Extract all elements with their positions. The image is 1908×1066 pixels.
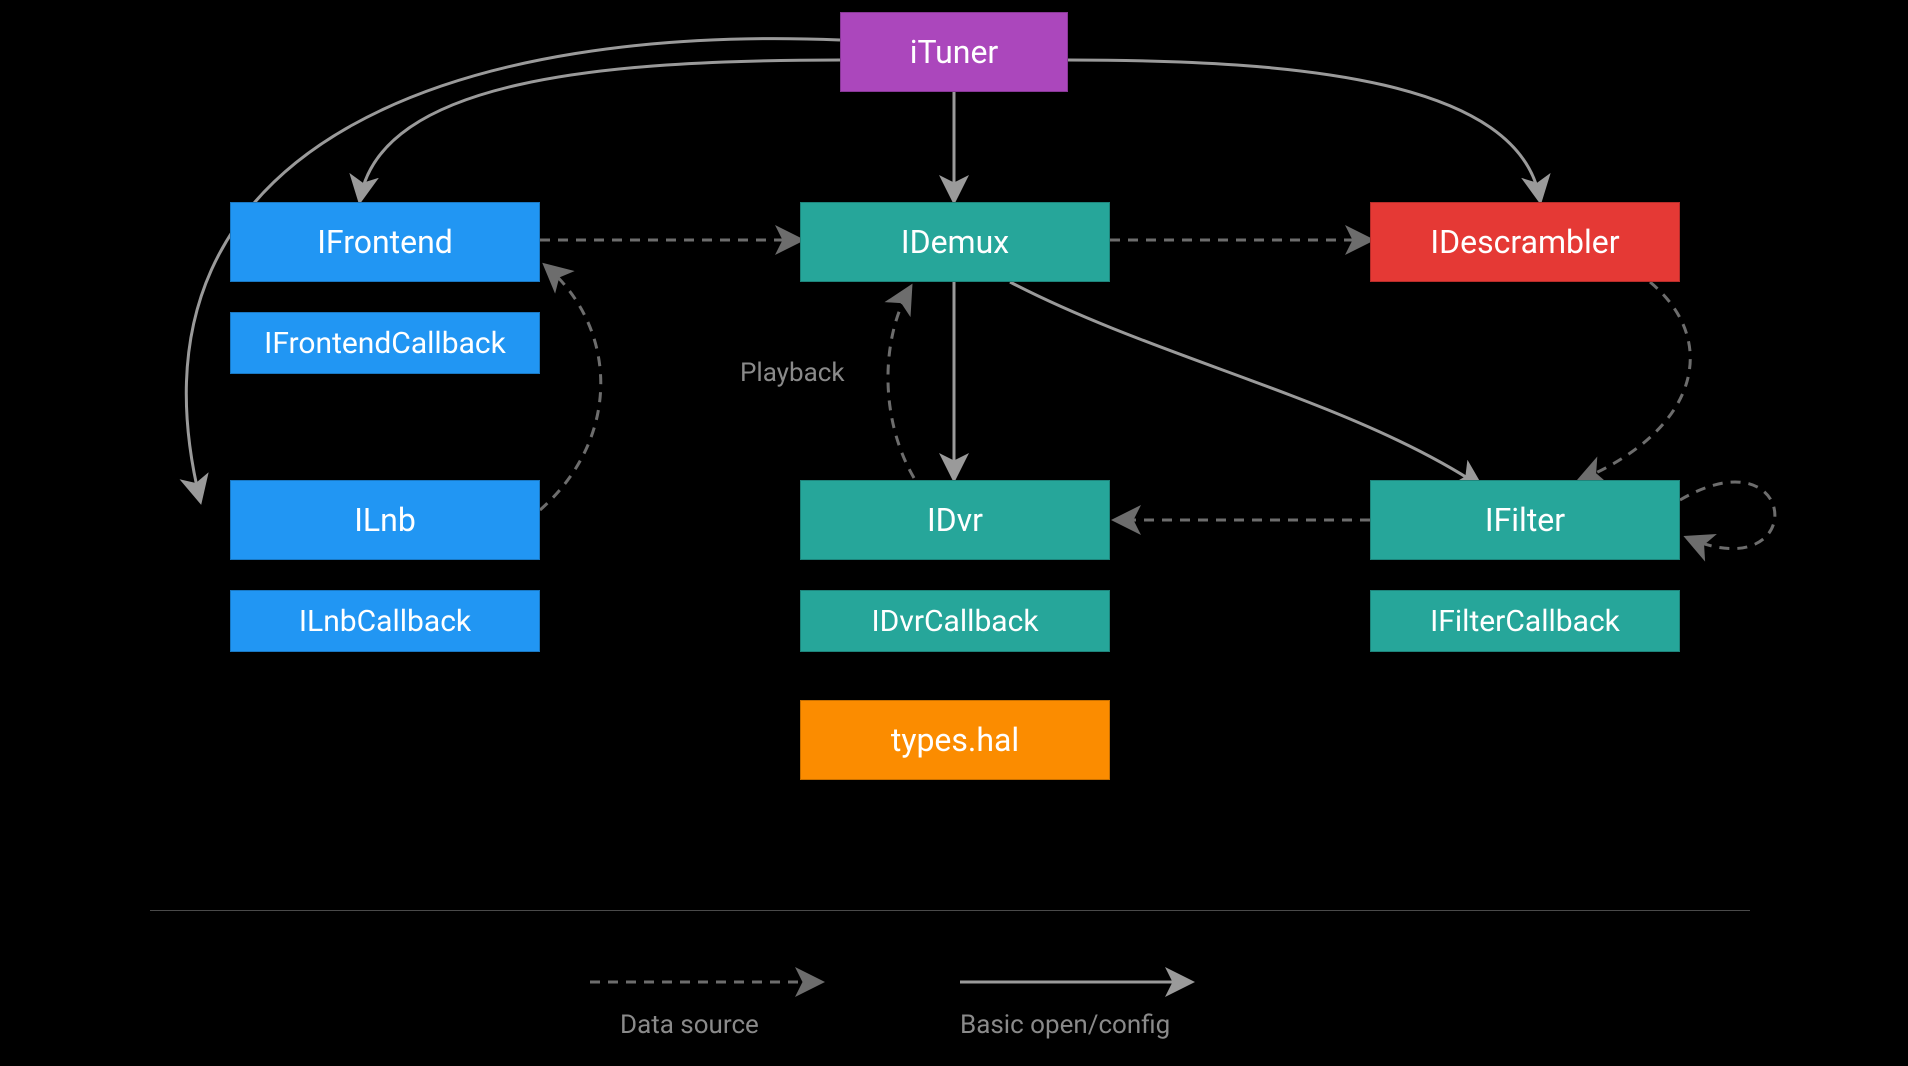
- node-types-hal: types.hal: [800, 700, 1110, 780]
- node-ilnb-callback: ILnbCallback: [230, 590, 540, 652]
- legend-solid-label: Basic open/config: [960, 1010, 1170, 1040]
- node-idvr: IDvr: [800, 480, 1110, 560]
- legend-dashed-label: Data source: [620, 1010, 759, 1040]
- node-idescrambler: IDescrambler: [1370, 202, 1680, 282]
- node-ifrontend: IFrontend: [230, 202, 540, 282]
- node-ifrontend-callback: IFrontendCallback: [230, 312, 540, 374]
- node-ifilter-callback: IFilterCallback: [1370, 590, 1680, 652]
- node-ifilter: IFilter: [1370, 480, 1680, 560]
- node-ituner: iTuner: [840, 12, 1068, 92]
- legend-separator: [150, 910, 1750, 911]
- node-ilnb: ILnb: [230, 480, 540, 560]
- label-playback: Playback: [740, 358, 845, 388]
- node-idemux: IDemux: [800, 202, 1110, 282]
- node-idvr-callback: IDvrCallback: [800, 590, 1110, 652]
- diagram-canvas: iTuner IFrontend IFrontendCallback IDemu…: [0, 0, 1908, 1066]
